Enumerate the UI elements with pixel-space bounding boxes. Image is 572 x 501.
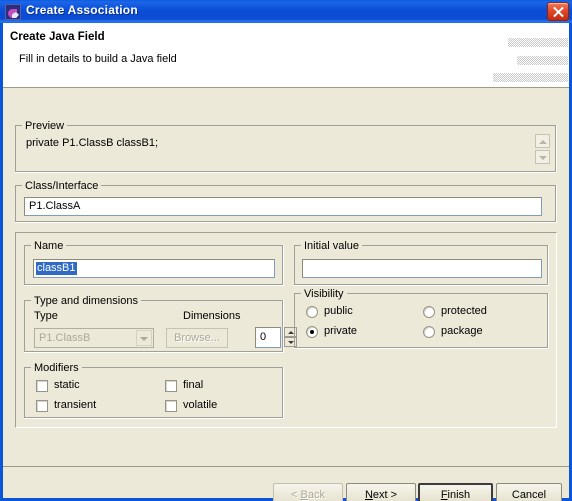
initial-value-group: Initial value [294,240,549,286]
radio-public-label: public [324,305,353,317]
finish-button-suffix: inish [447,489,471,501]
class-interface-field[interactable]: P1.ClassA [24,197,542,216]
preview-group-label: Preview [22,120,68,132]
dialog-window: Create Association Create Java Field Fil… [0,0,572,501]
name-group-label: Name [31,240,67,252]
window-title: Create Association [26,3,138,17]
visibility-group-label: Visibility [301,288,347,300]
name-input-value: classB1 [36,262,77,275]
next-button-suffix: ext > [372,489,398,501]
dimensions-label: Dimensions [183,310,241,322]
next-button[interactable]: Next > [346,483,416,501]
radio-icon-selected [306,326,318,338]
checkbox-icon [36,400,48,412]
type-label: Type [34,310,58,322]
initial-value-group-label: Initial value [301,240,363,252]
modifiers-group-label: Modifiers [31,362,82,374]
radio-protected-label: protected [441,305,487,317]
finish-button-mnemonic: F [440,489,448,501]
wizard-header: Create Java Field Fill in details to bui… [3,23,569,88]
close-icon[interactable] [547,2,569,21]
class-interface-group: Class/Interface P1.ClassA [15,180,557,223]
back-button-prefix: < [291,489,301,501]
radio-private-label: private [324,325,358,337]
page-title: Create Java Field [10,31,105,43]
button-bar-separator [3,466,569,467]
checkbox-icon [36,380,48,392]
page-subtitle: Fill in details to build a Java field [19,53,177,65]
scroll-down-arrow-icon[interactable] [535,150,550,164]
dialog-client-area: Create Java Field Fill in details to bui… [3,23,569,501]
finish-button[interactable]: Finish [418,483,493,501]
banner-graphic-bar-2 [517,56,568,65]
type-combobox[interactable]: P1.ClassB [34,328,154,348]
name-input[interactable]: classB1 [33,259,275,278]
banner-graphic-bar-1 [508,38,568,47]
title-bar[interactable]: Create Association [0,0,572,23]
banner-graphic-bar-3 [493,73,568,82]
app-icon [5,4,21,20]
back-button-suffix: ack [307,489,325,501]
checkbox-icon [165,400,177,412]
cancel-button[interactable]: Cancel [496,483,562,501]
checkbox-icon [165,380,177,392]
checkbox-static-label: static [54,379,80,391]
chevron-down-icon[interactable] [136,330,152,346]
initial-value-input[interactable] [302,259,542,278]
next-button-mnemonic: N [364,489,373,501]
radio-icon [423,326,435,338]
name-group: Name classB1 [24,240,284,286]
back-button-mnemonic: B [300,489,308,501]
back-button[interactable]: < Back [273,483,343,501]
type-and-dimensions-group: Type and dimensions Type Dimensions P1.C… [24,295,297,353]
checkbox-final-label: final [183,379,204,391]
dimensions-input[interactable]: 0 [255,327,281,348]
class-interface-group-label: Class/Interface [22,180,102,192]
radio-icon [423,306,435,318]
type-combobox-value: P1.ClassB [39,332,91,344]
preview-group: Preview private P1.ClassB classB1; [15,120,557,173]
visibility-group: Visibility public protected private pack… [294,288,549,349]
preview-text: private P1.ClassB classB1; [26,137,159,149]
checkbox-volatile-label: volatile [183,399,218,411]
radio-package-label: package [441,325,483,337]
radio-icon [306,306,318,318]
modifiers-group: Modifiers static final transient volatil… [24,362,284,419]
type-group-label: Type and dimensions [31,295,141,307]
browse-button[interactable]: Browse... [166,328,228,348]
checkbox-transient-label: transient [54,399,97,411]
scroll-up-arrow-icon[interactable] [535,134,550,148]
